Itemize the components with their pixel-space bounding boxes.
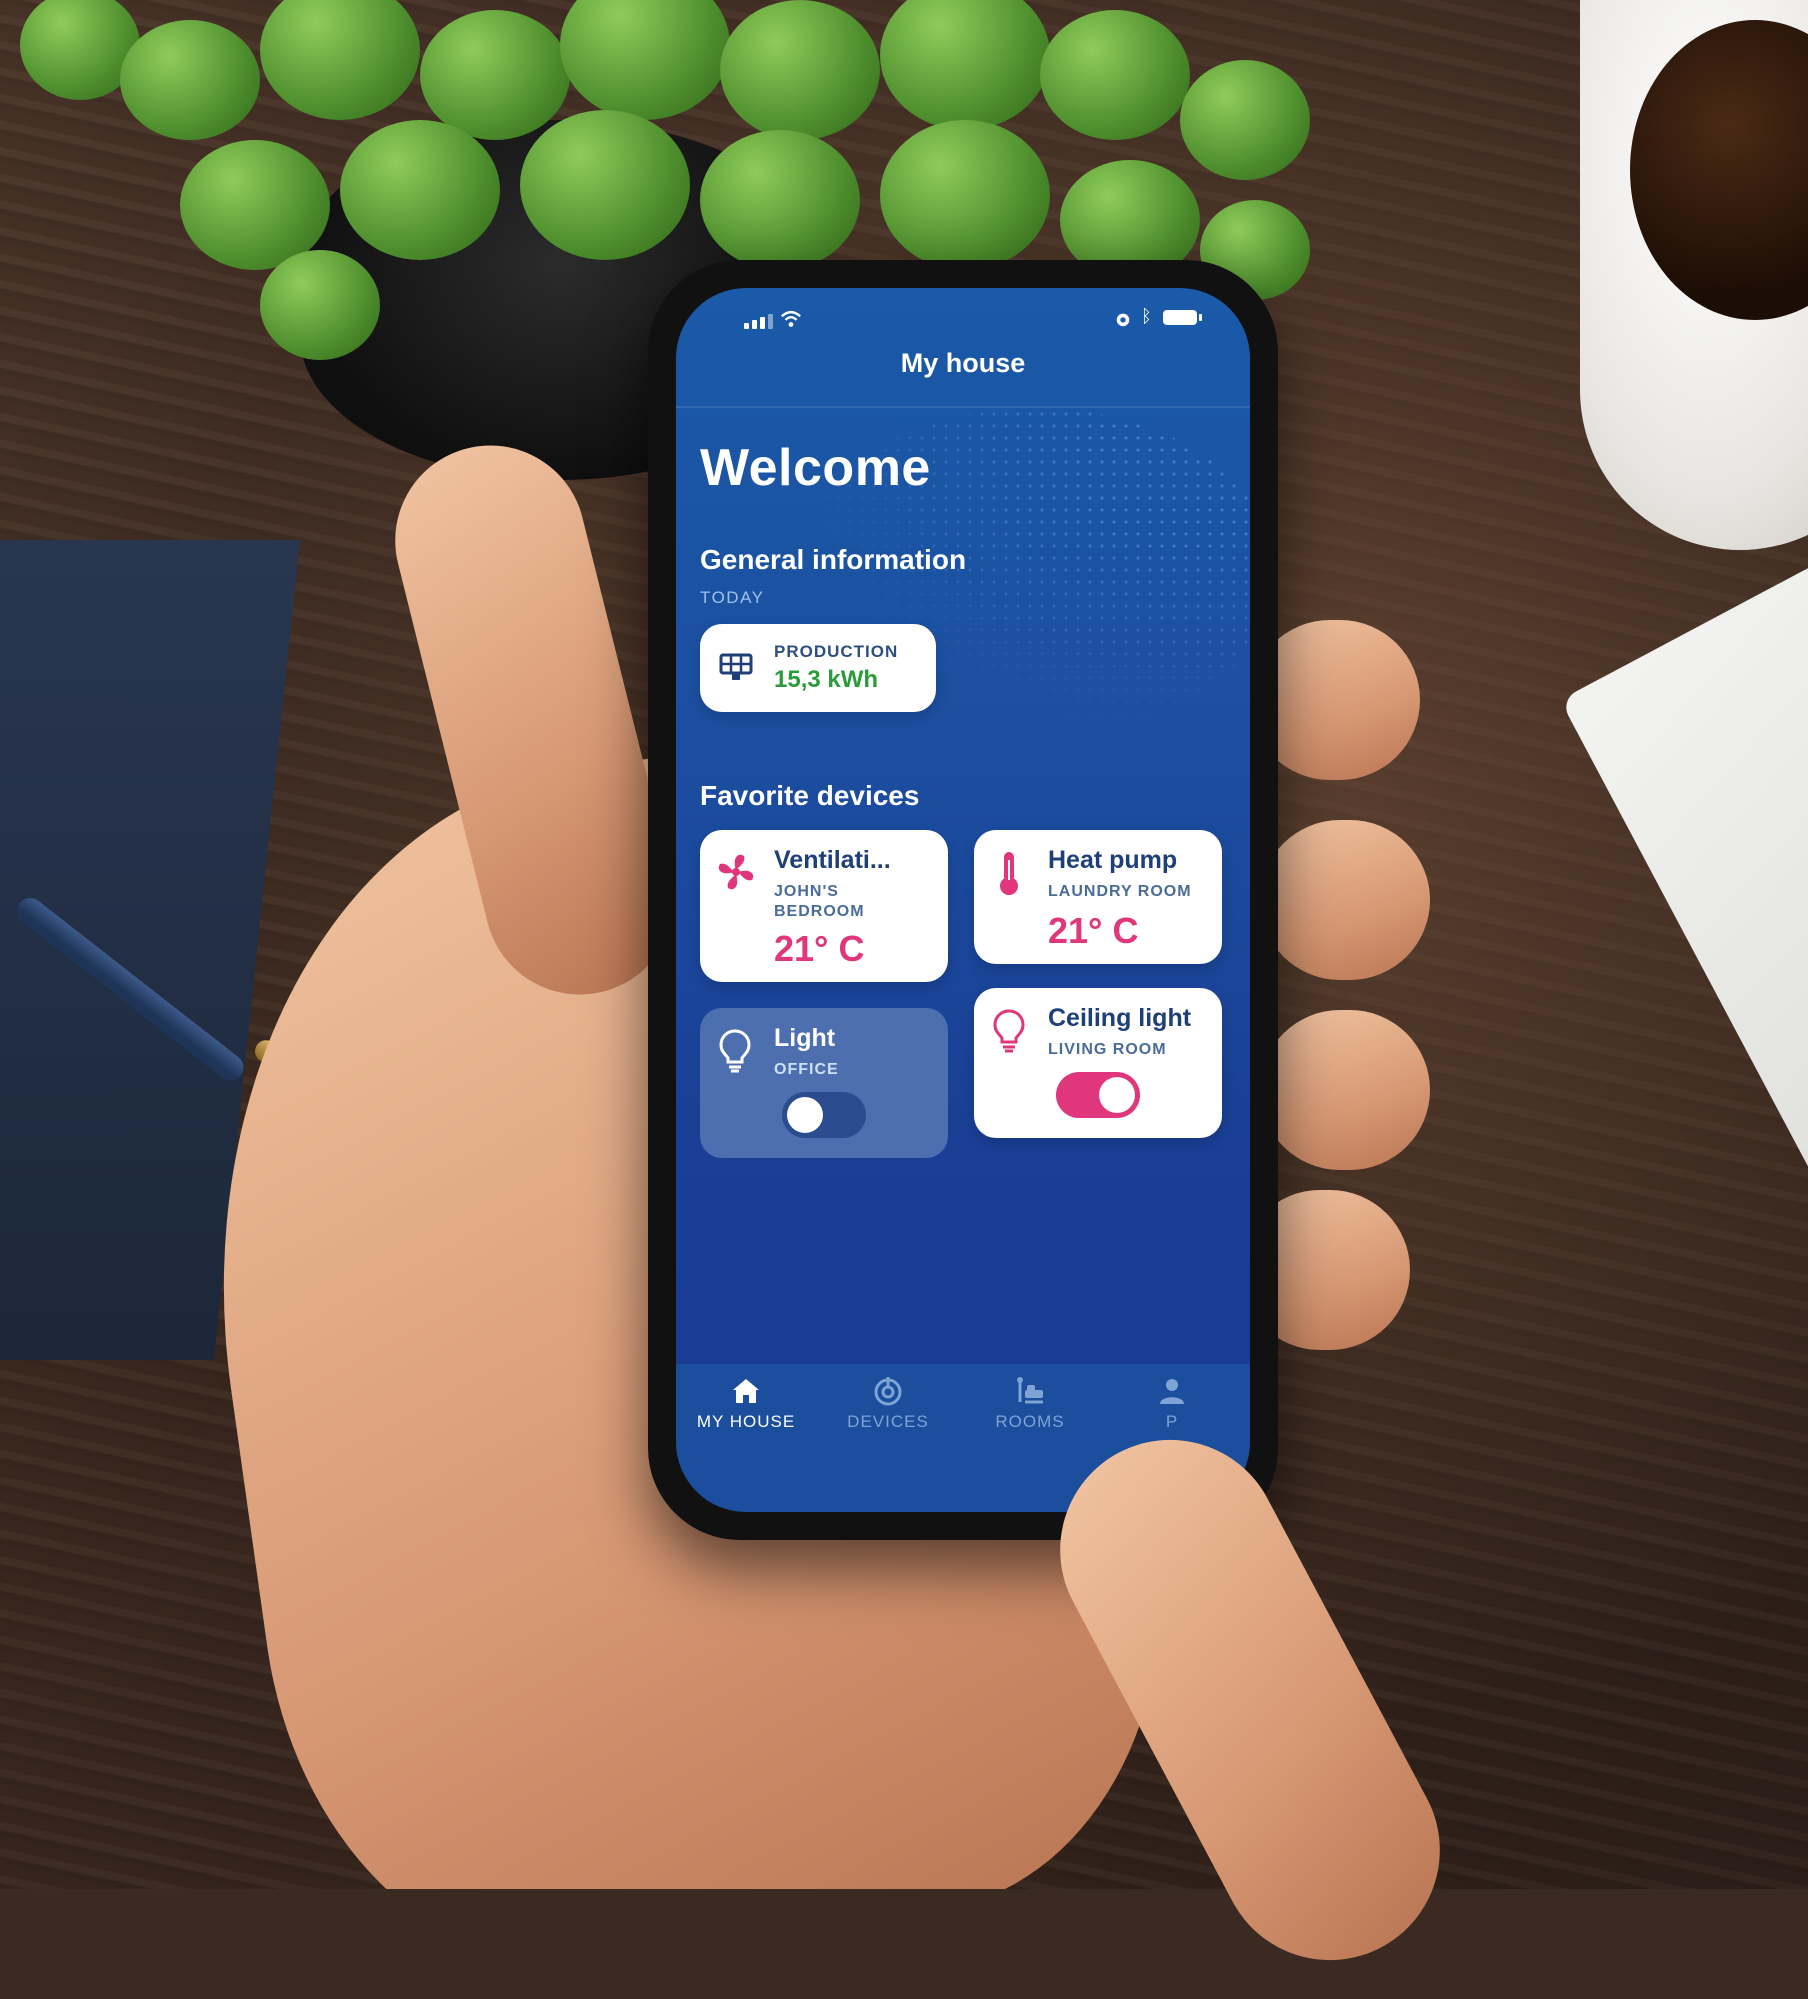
production-value: 15,3 kWh <box>774 666 879 693</box>
wifi-icon <box>781 310 801 327</box>
thermometer-icon <box>1000 852 1018 895</box>
status-bar: ᛒ <box>676 288 1250 344</box>
tab-label: MY HOUSE <box>696 1412 796 1431</box>
profile-icon <box>1160 1379 1184 1404</box>
tab-devices[interactable]: DEVICES <box>818 1374 958 1432</box>
tab-my-house[interactable]: MY HOUSE <box>676 1374 816 1432</box>
plant-leaf <box>520 110 690 260</box>
plant-leaf <box>880 0 1050 130</box>
period-label: TODAY <box>700 588 765 607</box>
plant-leaf <box>720 0 880 140</box>
phone: ᛒ My house Welcome General information T… <box>648 260 1278 1540</box>
device-card-light[interactable]: Light OFFICE <box>700 1008 948 1158</box>
device-card-ceiling-light[interactable]: Ceiling light LIVING ROOM <box>974 988 1222 1138</box>
general-information-title: General information <box>700 544 967 575</box>
plant-leaf <box>120 20 260 140</box>
page-title: My house <box>900 348 1026 378</box>
keyboard <box>1560 502 1808 1495</box>
plant-leaf <box>700 130 860 270</box>
welcome-heading: Welcome <box>700 439 931 497</box>
finger <box>1260 820 1430 980</box>
device-room: LIVING ROOM <box>1048 1041 1167 1058</box>
solar-panel-icon <box>719 653 753 680</box>
production-card[interactable]: PRODUCTION 15,3 kWh <box>700 624 936 712</box>
home-icon <box>733 1379 759 1403</box>
devices-icon <box>874 1377 902 1406</box>
plant-leaf <box>560 0 730 120</box>
tab-profile[interactable]: P <box>1102 1374 1242 1432</box>
device-temperature: 21° C <box>774 928 865 969</box>
device-name: Light <box>774 1024 836 1052</box>
tab-label: P <box>1165 1412 1179 1431</box>
lightbulb-icon <box>719 1029 751 1073</box>
plant-leaf <box>260 250 380 360</box>
fan-icon <box>718 854 754 890</box>
device-room: LAUNDRY ROOM <box>1048 883 1192 900</box>
device-temperature: 21° C <box>1048 910 1139 951</box>
device-room-line: BEDROOM <box>774 903 865 920</box>
device-room-line: JOHN'S <box>774 883 839 900</box>
device-room: OFFICE <box>774 1061 839 1078</box>
production-label: PRODUCTION <box>774 642 899 661</box>
device-card-ventilation[interactable]: Ventilati... JOHN'S BEDROOM 21° C <box>700 830 948 982</box>
app-screen: ᛒ My house Welcome General information T… <box>676 288 1250 1512</box>
tab-rooms[interactable]: ROOMS <box>960 1374 1100 1432</box>
ceiling-light-toggle[interactable] <box>1056 1072 1140 1118</box>
device-name: Ceiling light <box>1048 1004 1192 1032</box>
plant-leaf <box>420 10 570 140</box>
plant-leaf <box>1040 10 1190 140</box>
toggle-knob <box>787 1097 823 1133</box>
device-card-heat-pump[interactable]: Heat pump LAUNDRY ROOM 21° C <box>974 830 1222 964</box>
lightbulb-icon <box>993 1009 1025 1053</box>
device-name: Heat pump <box>1048 846 1178 874</box>
rooms-icon <box>1017 1377 1043 1404</box>
header-divider <box>676 406 1250 408</box>
tab-label: ROOMS <box>995 1412 1065 1431</box>
tab-label: DEVICES <box>847 1412 929 1431</box>
device-room: JOHN'S BEDROOM <box>774 882 865 922</box>
toggle-knob <box>1099 1077 1135 1113</box>
plant-leaf <box>880 120 1050 270</box>
bluetooth-icon: ᛒ <box>1141 306 1152 326</box>
signal-icon <box>744 314 773 329</box>
alarm-icon <box>1116 313 1130 327</box>
plant-leaf <box>1180 60 1310 180</box>
plant-leaf <box>260 0 420 120</box>
plant-leaf <box>340 120 500 260</box>
battery-icon <box>1163 310 1202 325</box>
favorite-devices-title: Favorite devices <box>700 780 920 811</box>
device-name: Ventilati... <box>774 846 891 874</box>
light-toggle[interactable] <box>782 1092 866 1138</box>
finger <box>1260 1010 1430 1170</box>
